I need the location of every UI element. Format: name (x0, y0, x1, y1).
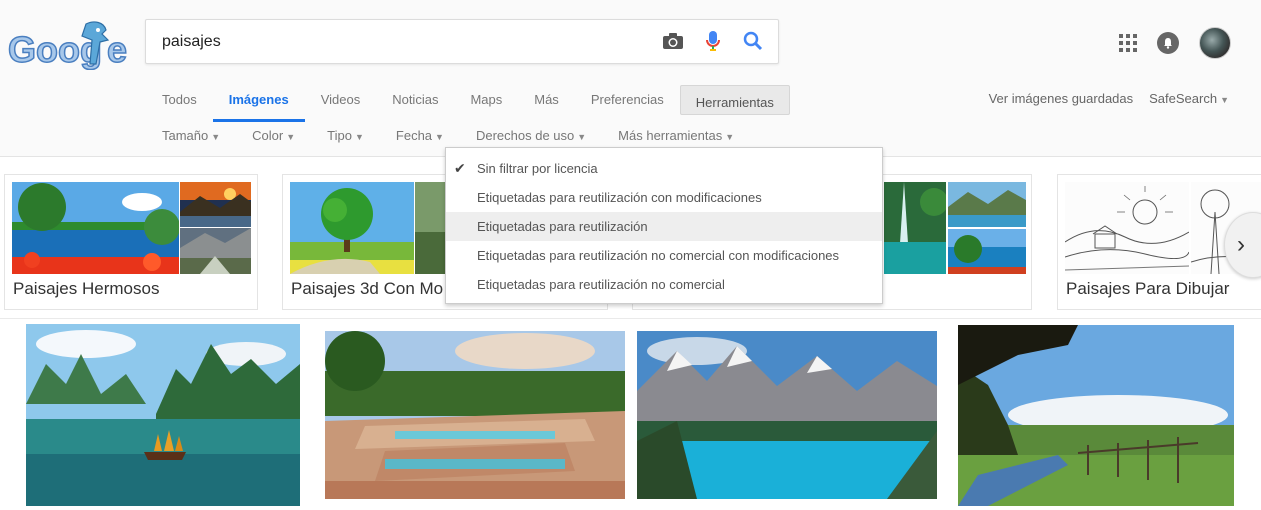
card-thumbnail (290, 182, 414, 274)
mic-icon[interactable] (702, 30, 724, 52)
tab-preferencias[interactable]: Preferencias (575, 82, 680, 122)
card-label: Paisajes Para Dibujar (1066, 279, 1230, 298)
usage-rights-dropdown: ✔ Sin filtrar por licencia Etiquetadas p… (445, 147, 883, 304)
tool-date-label: Fecha (395, 128, 433, 143)
tool-color-label: Color (252, 128, 284, 143)
tab-noticias[interactable]: Noticias (376, 82, 454, 122)
tool-color[interactable]: Color ▼ (252, 128, 295, 143)
search-input[interactable]: paisajes (162, 33, 221, 51)
caret-down-icon: ▼ (211, 132, 221, 142)
card-thumbnail (948, 182, 1026, 227)
safesearch-label: SafeSearch (1149, 91, 1218, 106)
divider (0, 318, 1261, 319)
tool-size-label: Tamaño (162, 128, 209, 143)
tool-usage-rights-label: Derechos de uso (475, 128, 575, 143)
caret-down-icon: ▼ (354, 132, 364, 142)
chevron-right-icon: › (1237, 231, 1245, 258)
tool-type-label: Tipo (327, 128, 352, 143)
google-doodle-logo[interactable]: Goog e (8, 18, 130, 70)
caret-down-icon: ▼ (1220, 95, 1229, 105)
card-thumbnail (884, 182, 946, 274)
image-result[interactable] (26, 324, 300, 506)
tab-videos[interactable]: Videos (305, 82, 377, 122)
related-card[interactable]: Paisajes Hermosos (4, 174, 258, 310)
card-thumbnail (180, 228, 251, 274)
tab-mas[interactable]: Más (518, 82, 575, 122)
menu-item-noncommercial-reuse[interactable]: Etiquetadas para reutilización no comerc… (446, 270, 882, 299)
caret-down-icon: ▼ (577, 132, 587, 142)
menu-item-label: Sin filtrar por licencia (477, 161, 598, 176)
saved-images-link[interactable]: Ver imágenes guardadas (989, 91, 1134, 106)
tools-button[interactable]: Herramientas (679, 85, 790, 115)
caret-down-icon: ▼ (435, 132, 444, 142)
apps-grid-icon[interactable] (1119, 34, 1137, 52)
safesearch-menu[interactable]: SafeSearch ▼ (1149, 91, 1229, 106)
card-thumbnail (1065, 182, 1189, 274)
tool-type[interactable]: Tipo ▼ (327, 128, 364, 143)
tab-imagenes[interactable]: Imágenes (212, 82, 305, 122)
image-result[interactable] (325, 331, 625, 499)
search-box[interactable]: paisajes (145, 19, 779, 64)
bell-icon[interactable] (1157, 32, 1179, 54)
camera-icon[interactable] (662, 30, 684, 52)
search-icon[interactable] (742, 30, 764, 52)
card-thumbnail (180, 182, 251, 227)
tools-bar: Tamaño ▼ Color ▼ Tipo ▼ Fecha ▼ Derechos de … (162, 128, 766, 143)
check-icon: ✔ (454, 160, 466, 176)
card-thumbnail (948, 229, 1026, 274)
card-thumbnail (12, 182, 179, 274)
header: Goog e paisajes Todos Imágenes Videos No… (0, 0, 1261, 157)
tool-usage-rights[interactable]: Derechos de uso ▼ (476, 128, 586, 143)
card-label: Paisajes 3d Con Mo (291, 279, 444, 298)
caret-down-icon: ▼ (725, 132, 735, 142)
menu-item-reuse[interactable]: Etiquetadas para reutilización (446, 212, 882, 241)
image-result[interactable] (637, 331, 937, 499)
menu-item-reuse-modification[interactable]: Etiquetadas para reutilización con modif… (446, 183, 882, 212)
tab-todos[interactable]: Todos (146, 82, 213, 122)
search-tabs: Todos Imágenes Videos Noticias Maps Más … (146, 82, 790, 122)
svg-text:e: e (107, 29, 127, 70)
avatar[interactable] (1199, 27, 1231, 59)
caret-down-icon: ▼ (286, 132, 296, 142)
tool-size[interactable]: Tamaño ▼ (162, 128, 220, 143)
tool-date[interactable]: Fecha ▼ (396, 128, 444, 143)
tab-maps[interactable]: Maps (454, 82, 518, 122)
menu-item-no-filter[interactable]: ✔ Sin filtrar por licencia (446, 154, 882, 183)
card-label: Paisajes Hermosos (13, 279, 160, 298)
menu-item-noncommercial-reuse-modification[interactable]: Etiquetadas para reutilización no comerc… (446, 241, 882, 270)
tool-more[interactable]: Más herramientas ▼ (618, 128, 734, 143)
tool-more-label: Más herramientas (618, 128, 723, 143)
image-result[interactable] (958, 325, 1234, 506)
